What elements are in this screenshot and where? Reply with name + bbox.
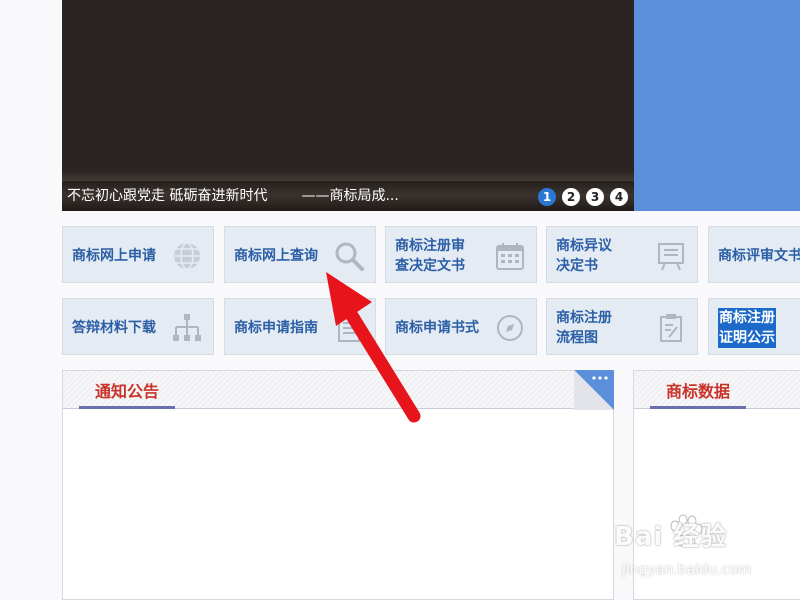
- edit-document-icon: [660, 314, 682, 342]
- banner-dot-4[interactable]: 4: [610, 188, 628, 206]
- magnifier-icon: [335, 242, 364, 271]
- tile-online-application[interactable]: 商标网上申请: [62, 226, 214, 283]
- tile-review-decision-docs[interactable]: 商标注册审 查决定文书: [385, 226, 537, 283]
- tile-label-line1: 商标注册审: [395, 237, 465, 254]
- baidu-watermark: Bai 经验: [614, 522, 728, 552]
- notice-panel-header: 通知公告: [63, 370, 614, 410]
- tile-label: 商标申请书式: [395, 319, 479, 336]
- tile-label: 商标网上申请: [72, 247, 156, 264]
- tile-label: 答辩材料下载: [72, 319, 156, 336]
- tile-label-line2: 流程图: [556, 329, 598, 346]
- tile-online-search[interactable]: 商标网上查询: [224, 226, 376, 283]
- tile-opposition-decision[interactable]: 商标异议 决定书: [546, 226, 698, 283]
- banner-caption-title[interactable]: 不忘初心跟党走 砥砺奋进新时代: [67, 188, 267, 204]
- tile-label-line1: 商标异议: [556, 237, 612, 254]
- side-blue-panel: [634, 0, 800, 211]
- baidu-watermark-url: jingyan.baidu.com: [622, 562, 752, 578]
- banner-pager: 1 2 3 4: [538, 188, 628, 206]
- tile-label: 商标评审文书: [718, 247, 800, 264]
- tile-label-line2: 查决定文书: [395, 257, 465, 274]
- tile-label: 商标申请指南: [234, 319, 318, 336]
- banner-slideshow[interactable]: 不忘初心跟党走 砥砺奋进新时代 ——商标局成... 1 2 3 4: [62, 0, 634, 211]
- tile-defense-materials-download[interactable]: 答辩材料下载: [62, 298, 214, 355]
- banner-dot-2[interactable]: 2: [562, 188, 580, 206]
- tile-registration-flowchart[interactable]: 商标注册 流程图: [546, 298, 698, 355]
- tile-review-documents[interactable]: 商标评审文书: [708, 226, 800, 283]
- tile-label-line2: 证明公示: [718, 327, 776, 348]
- calendar-icon: [496, 243, 524, 270]
- compass-icon: [497, 315, 523, 341]
- tile-label: 商标网上查询: [234, 247, 318, 264]
- tile-label-line1: 商标注册: [556, 309, 612, 326]
- tile-application-guide[interactable]: 商标申请指南: [224, 298, 376, 355]
- tile-label-line2: 决定书: [556, 257, 598, 274]
- tile-label-line1: 商标注册: [718, 307, 776, 328]
- banner-caption-source[interactable]: ——商标局成...: [301, 188, 398, 204]
- data-panel-title[interactable]: 商标数据: [650, 371, 747, 409]
- globe-icon: [174, 242, 200, 270]
- sitemap-icon: [173, 314, 201, 341]
- document-icon: [338, 315, 360, 342]
- data-panel-header: 商标数据: [634, 371, 800, 409]
- banner-dot-3[interactable]: 3: [586, 188, 604, 206]
- more-corner-icon[interactable]: [574, 370, 614, 410]
- banner-dot-1[interactable]: 1: [538, 188, 556, 206]
- notice-panel-title[interactable]: 通知公告: [79, 371, 176, 409]
- tile-application-forms[interactable]: 商标申请书式: [385, 298, 537, 355]
- easel-icon: [658, 243, 684, 271]
- notice-panel: 通知公告: [62, 370, 614, 600]
- tile-registration-certificate[interactable]: 商标注册 证明公示: [708, 298, 800, 355]
